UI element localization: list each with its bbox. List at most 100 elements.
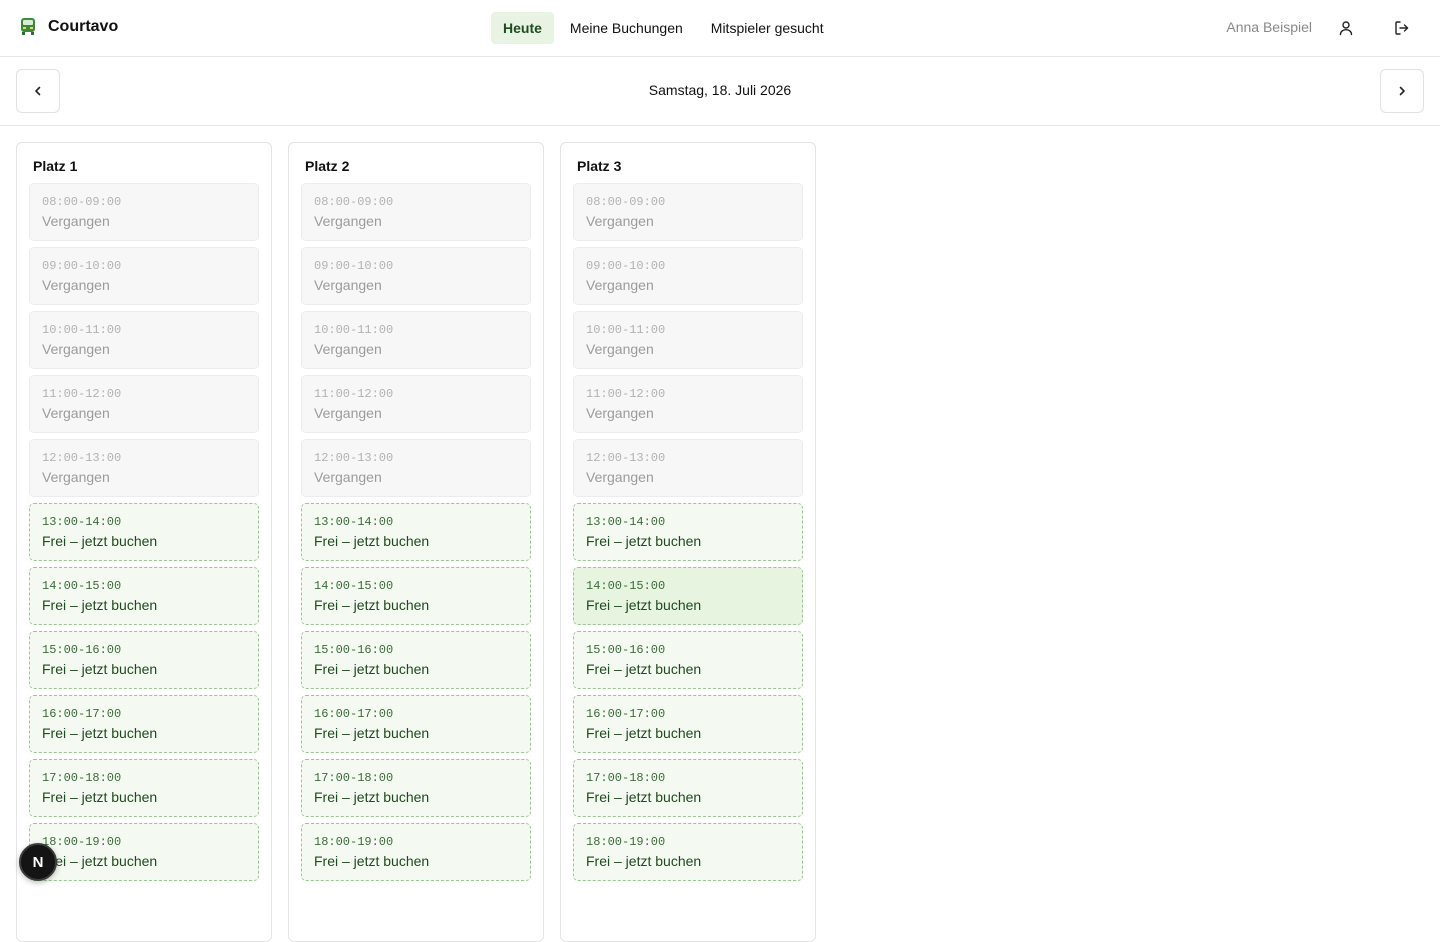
slot-free[interactable]: 14:00-15:00 Frei – jetzt buchen <box>29 567 259 625</box>
slot-status: Vergangen <box>314 405 382 421</box>
slot-status: Frei – jetzt buchen <box>42 789 158 805</box>
slot-time: 18:00-19:00 <box>586 835 666 849</box>
slot-free[interactable]: 18:00-19:00 Frei – jetzt buchen <box>29 823 259 881</box>
current-date: Samstag, 18. Juli 2026 <box>648 82 792 98</box>
slot-free[interactable]: 13:00-14:00 Frei – jetzt buchen <box>301 503 531 561</box>
slot-free[interactable]: 18:00-19:00 Frei – jetzt buchen <box>573 823 803 881</box>
slot-status: Frei – jetzt buchen <box>42 725 158 741</box>
slot-list: 08:00-09:00 Vergangen 09:00-10:00 Vergangen… <box>29 183 259 881</box>
slot-time: 09:00-10:00 <box>42 259 122 273</box>
slot-status: Vergangen <box>42 213 110 229</box>
logout-button[interactable] <box>1388 14 1416 42</box>
slot-status: Frei – jetzt buchen <box>314 597 430 613</box>
slot-time: 14:00-15:00 <box>42 579 122 593</box>
slot-time: 18:00-19:00 <box>314 835 394 849</box>
slot-free[interactable]: 14:00-15:00 Frei – jetzt buchen <box>573 567 803 625</box>
slot-time: 09:00-10:00 <box>586 259 666 273</box>
slot-status: Vergangen <box>586 405 654 421</box>
nav-item-mitspieler-gesucht[interactable]: Mitspieler gesucht <box>699 12 836 44</box>
slot-past: 12:00-13:00 Vergangen <box>29 439 259 497</box>
slot-time: 14:00-15:00 <box>314 579 394 593</box>
slot-free[interactable]: 13:00-14:00 Frei – jetzt buchen <box>573 503 803 561</box>
brand[interactable]: Courtavo <box>20 17 118 37</box>
slot-status: Vergangen <box>314 469 382 485</box>
logout-icon <box>1395 21 1409 35</box>
slot-past: 11:00-12:00 Vergangen <box>29 375 259 433</box>
slot-status: Vergangen <box>314 341 382 357</box>
slot-status: Vergangen <box>314 213 382 229</box>
slot-free[interactable]: 15:00-16:00 Frei – jetzt buchen <box>29 631 259 689</box>
slot-time: 12:00-13:00 <box>42 451 122 465</box>
next-day-button[interactable] <box>1380 69 1424 113</box>
main-nav: Heute Meine Buchungen Mitspieler gesucht <box>491 12 836 44</box>
slot-time: 08:00-09:00 <box>42 195 122 209</box>
slot-past: 09:00-10:00 Vergangen <box>29 247 259 305</box>
slot-time: 13:00-14:00 <box>314 515 394 529</box>
slot-status: Vergangen <box>586 469 654 485</box>
slot-time: 10:00-11:00 <box>42 323 122 337</box>
court-title: Platz 1 <box>33 158 78 174</box>
slot-time: 15:00-16:00 <box>314 643 394 657</box>
nav-item-heute[interactable]: Heute <box>491 12 554 44</box>
slot-status: Frei – jetzt buchen <box>314 725 430 741</box>
slot-free[interactable]: 16:00-17:00 Frei – jetzt buchen <box>29 695 259 753</box>
slot-time: 13:00-14:00 <box>42 515 122 529</box>
nav-item-meine-buchungen[interactable]: Meine Buchungen <box>558 12 695 44</box>
slot-status: Vergangen <box>586 341 654 357</box>
brand-name: Courtavo <box>48 18 119 35</box>
slot-status: Frei – jetzt buchen <box>586 853 702 869</box>
slot-status: Frei – jetzt buchen <box>42 597 158 613</box>
slot-status: Frei – jetzt buchen <box>314 789 430 805</box>
slot-past: 08:00-09:00 Vergangen <box>29 183 259 241</box>
slot-free[interactable]: 14:00-15:00 Frei – jetzt buchen <box>301 567 531 625</box>
slot-past: 11:00-12:00 Vergangen <box>301 375 531 433</box>
top-bar: Courtavo Heute Meine Buchungen Mitspiele… <box>0 0 1440 57</box>
slot-past: 10:00-11:00 Vergangen <box>573 311 803 369</box>
slot-status: Vergangen <box>586 213 654 229</box>
dev-tools-badge[interactable]: N <box>19 843 57 881</box>
slot-past: 12:00-13:00 Vergangen <box>301 439 531 497</box>
slot-past: 10:00-11:00 Vergangen <box>29 311 259 369</box>
slot-time: 15:00-16:00 <box>42 643 122 657</box>
slot-list: 08:00-09:00 Vergangen 09:00-10:00 Vergangen… <box>301 183 531 881</box>
slot-time: 16:00-17:00 <box>42 707 122 721</box>
slot-status: Vergangen <box>314 277 382 293</box>
slot-time: 17:00-18:00 <box>314 771 394 785</box>
slot-status: Frei – jetzt buchen <box>586 789 702 805</box>
slot-free[interactable]: 17:00-18:00 Frei – jetzt buchen <box>301 759 531 817</box>
slot-time: 10:00-11:00 <box>586 323 666 337</box>
slot-free[interactable]: 16:00-17:00 Frei – jetzt buchen <box>573 695 803 753</box>
slot-past: 11:00-12:00 Vergangen <box>573 375 803 433</box>
slot-free[interactable]: 16:00-17:00 Frei – jetzt buchen <box>301 695 531 753</box>
slot-past: 09:00-10:00 Vergangen <box>301 247 531 305</box>
tram-icon <box>21 18 35 35</box>
slot-past: 08:00-09:00 Vergangen <box>573 183 803 241</box>
slot-status: Vergangen <box>42 469 110 485</box>
slot-free[interactable]: 15:00-16:00 Frei – jetzt buchen <box>301 631 531 689</box>
court-grid: Platz 1 08:00-09:00 Vergangen 09:00-10:00 Ve… <box>16 142 816 942</box>
slot-time: 11:00-12:00 <box>42 387 122 401</box>
slot-time: 18:00-19:00 <box>42 835 122 849</box>
slot-status: Frei – jetzt buchen <box>586 533 702 549</box>
slot-time: 15:00-16:00 <box>586 643 666 657</box>
slot-time: 12:00-13:00 <box>314 451 394 465</box>
slot-time: 16:00-17:00 <box>314 707 394 721</box>
slot-time: 08:00-09:00 <box>314 195 394 209</box>
court-column: Platz 1 08:00-09:00 Vergangen 09:00-10:00 Ve… <box>16 142 272 942</box>
slot-free[interactable]: 17:00-18:00 Frei – jetzt buchen <box>573 759 803 817</box>
slot-status: Vergangen <box>586 277 654 293</box>
profile-button[interactable] <box>1332 14 1360 42</box>
slot-past: 08:00-09:00 Vergangen <box>301 183 531 241</box>
slot-list: 08:00-09:00 Vergangen 09:00-10:00 Vergangen… <box>573 183 803 881</box>
slot-free[interactable]: 15:00-16:00 Frei – jetzt buchen <box>573 631 803 689</box>
slot-time: 13:00-14:00 <box>586 515 666 529</box>
slot-free[interactable]: 13:00-14:00 Frei – jetzt buchen <box>29 503 259 561</box>
slot-free[interactable]: 18:00-19:00 Frei – jetzt buchen <box>301 823 531 881</box>
slot-status: Vergangen <box>42 341 110 357</box>
slot-status: Frei – jetzt buchen <box>42 533 158 549</box>
slot-time: 17:00-18:00 <box>42 771 122 785</box>
slot-free[interactable]: 17:00-18:00 Frei – jetzt buchen <box>29 759 259 817</box>
slot-status: Frei – jetzt buchen <box>42 853 158 869</box>
slot-status: Frei – jetzt buchen <box>42 661 158 677</box>
user-icon <box>1339 21 1353 36</box>
